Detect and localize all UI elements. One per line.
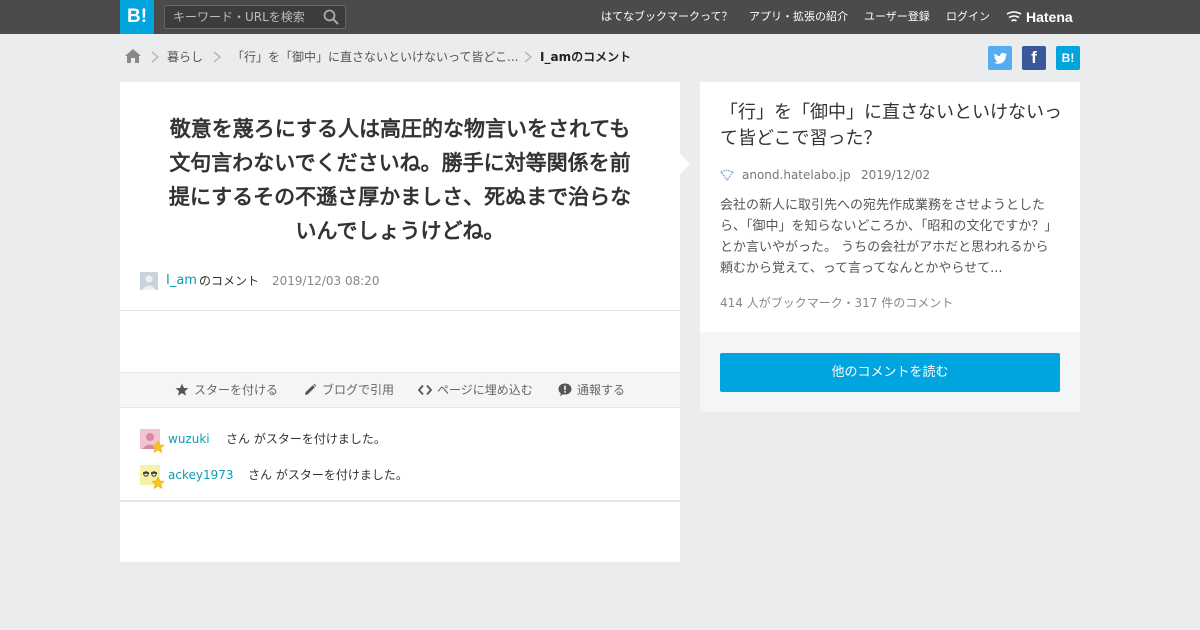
nav-login[interactable]: ログイン	[946, 0, 990, 34]
share-facebook-button[interactable]: f	[1022, 46, 1046, 70]
read-other-comments-button[interactable]: 他のコメントを読む	[720, 353, 1060, 392]
hatena-label: Hatena	[1026, 9, 1073, 25]
search-input[interactable]	[165, 6, 315, 28]
search-box[interactable]	[164, 5, 346, 29]
chevron-right-icon	[524, 51, 533, 63]
nav-about[interactable]: はてなブックマークって？	[601, 0, 732, 34]
site-favicon-icon	[720, 169, 734, 181]
breadcrumb-category[interactable]: 暮らし	[167, 48, 203, 66]
star-user-link[interactable]: wuzuki	[168, 431, 210, 447]
share-twitter-button[interactable]	[988, 46, 1012, 70]
chevron-right-icon	[151, 51, 160, 63]
entry-date: 2019/12/02	[861, 168, 931, 182]
report-icon	[558, 383, 572, 397]
yellow-star-icon	[151, 476, 165, 490]
user-silhouette-icon	[142, 275, 156, 290]
entry-snippet: 会社の新人に取引先への宛先作成業務をさせようとしたら、「御中」を知らないどころか…	[720, 198, 1058, 276]
star-icon	[175, 383, 189, 396]
comment-user-link[interactable]: I_am	[166, 272, 197, 290]
entry-domain-link[interactable]: anond.hatelabo.jp	[742, 166, 851, 184]
comment-text: 敬意を蔑ろにする人は高圧的な物言いをされても 文句言わないでくださいね。勝手に対…	[168, 117, 632, 243]
blog-quote-button[interactable]: ブログで引用	[322, 373, 394, 407]
hatena-bookmark-logo[interactable]: B!	[120, 0, 154, 34]
star-text: さん がスターを付けました。	[226, 432, 386, 446]
divider	[120, 310, 680, 311]
top-bar: B! はてなブックマークって？ アプリ・拡張の紹介 ユーザー登録 ログイン Ha…	[0, 0, 1200, 34]
comment-timestamp: 2019/12/03 08:20	[272, 274, 380, 288]
breadcrumb-current: I_amのコメント	[540, 50, 632, 64]
embed-button[interactable]: ページに埋め込む	[437, 373, 533, 407]
entry-title-link[interactable]: 「行」を「御中」に直さないといけないって皆どこで習った？	[720, 100, 1065, 152]
avatar[interactable]	[140, 272, 158, 290]
chevron-right-icon	[213, 51, 222, 63]
entry-card: 「行」を「御中」に直さないといけないって皆どこで習った？ anond.hatel…	[700, 82, 1080, 412]
divider	[120, 500, 680, 502]
yellow-star-icon	[151, 440, 165, 454]
star-user-link[interactable]: ackey1973	[168, 467, 234, 483]
twitter-icon	[994, 52, 1007, 64]
nav-apps[interactable]: アプリ・拡張の紹介	[749, 0, 848, 34]
breadcrumb-entry[interactable]: 「行」を「御中」に直さないといけないって皆どこ...	[232, 48, 519, 66]
nav-register[interactable]: ユーザー登録	[864, 0, 930, 34]
code-icon	[418, 384, 432, 396]
report-button[interactable]: 通報する	[577, 373, 625, 407]
home-icon[interactable]	[124, 48, 142, 64]
card-pointer	[680, 154, 690, 174]
entry-bookmark-count[interactable]: 414 人がブックマーク・317 件のコメント	[720, 294, 953, 312]
hatena-logo-icon	[1006, 11, 1022, 22]
comment-card: 敬意を蔑ろにする人は高圧的な物言いをされても 文句言わないでくださいね。勝手に対…	[120, 82, 680, 562]
action-bar: スターを付ける ブログで引用 ページに埋め込む 通報する	[120, 372, 680, 408]
star-text: さん がスターを付けました。	[248, 468, 408, 482]
entry-summary: 「行」を「御中」に直さないといけないって皆どこで習った？ anond.hatel…	[700, 82, 1080, 332]
add-star-button[interactable]: スターを付ける	[194, 373, 278, 407]
comment-user-suffix: のコメント	[199, 274, 260, 288]
search-icon[interactable]	[323, 9, 339, 25]
pencil-icon	[305, 383, 317, 395]
share-hatebu-button[interactable]: B!	[1056, 46, 1080, 70]
